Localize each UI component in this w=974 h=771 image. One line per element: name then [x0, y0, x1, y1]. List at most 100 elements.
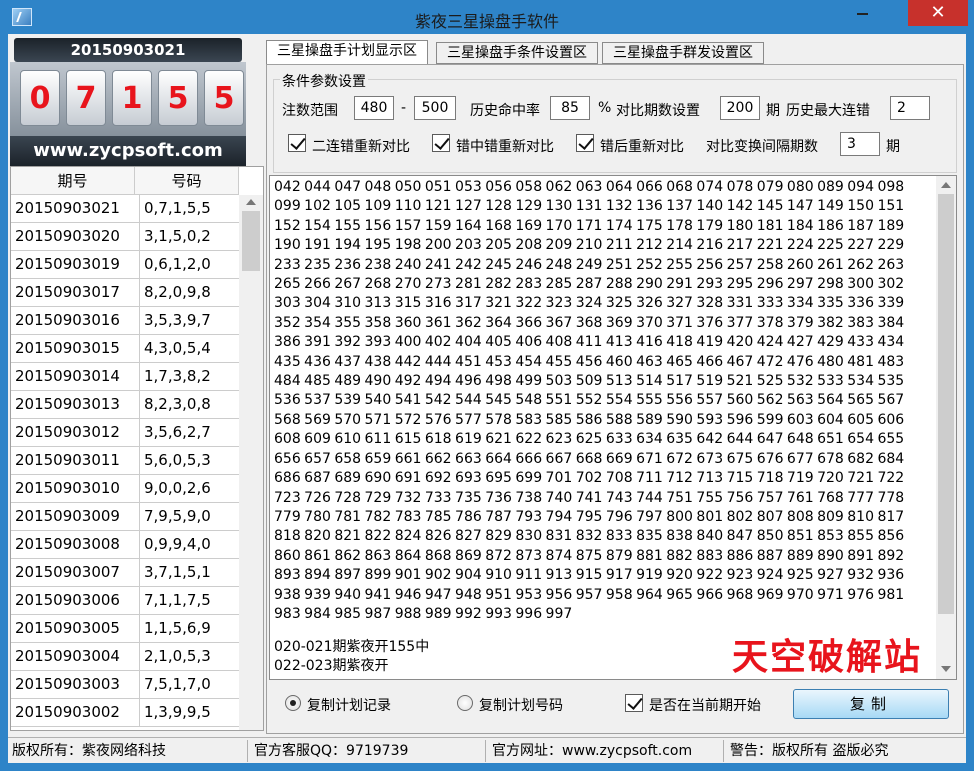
minimize-button[interactable]	[848, 2, 878, 24]
issue-cell: 20150903010	[15, 479, 120, 497]
issue-cell: 20150903020	[15, 227, 120, 245]
table-row[interactable]: 20150903017 8,2,0,9,8	[11, 279, 239, 307]
table-row[interactable]: 20150903019 0,6,1,2,0	[11, 251, 239, 279]
table-scrollbar[interactable]	[239, 195, 263, 730]
results-textarea[interactable]: 042 044 047 048 050 051 053 056 058 062 …	[269, 175, 957, 680]
close-button[interactable]: ✕	[908, 0, 968, 26]
numbers-cell: 8,2,0,9,8	[139, 279, 237, 306]
issue-cell: 20150903006	[15, 591, 120, 609]
table-row[interactable]: 20150903012 3,5,6,2,7	[11, 419, 239, 447]
scroll-down-arrow-icon[interactable]	[941, 666, 951, 672]
results-scrollbar[interactable]	[936, 176, 956, 679]
compare-periods-label: 对比期数设置	[616, 103, 700, 119]
checkbox-two-miss-label[interactable]: 二连错重新对比	[312, 136, 410, 156]
interval-input[interactable]: 3	[840, 132, 880, 156]
plan-numbers-text: 042 044 047 048 050 051 053 056 058 062 …	[274, 179, 905, 622]
issue-cell: 20150903021	[15, 199, 120, 217]
radio-copy-records-label[interactable]: 复制计划记录	[307, 695, 391, 715]
scroll-up-arrow-icon[interactable]	[246, 199, 256, 205]
issue-cell: 20150903007	[15, 563, 120, 581]
table-row[interactable]: 20150903015 4,3,0,5,4	[11, 335, 239, 363]
numbers-cell: 3,1,5,0,2	[139, 223, 237, 250]
params-legend: 条件参数设置	[280, 71, 368, 91]
status-copyright: 版权所有：紫夜网络科技	[8, 740, 248, 762]
range-min-input[interactable]: 480	[354, 96, 394, 120]
radio-copy-records[interactable]	[285, 695, 301, 711]
range-max-input[interactable]: 500	[414, 96, 456, 120]
table-row[interactable]: 20150903013 8,2,3,0,8	[11, 391, 239, 419]
checkbox-miss-in-miss[interactable]	[432, 134, 450, 152]
scroll-thumb[interactable]	[242, 211, 260, 271]
percent-sign: %	[598, 100, 612, 116]
tab-condition-settings[interactable]: 三星操盘手条件设置区	[436, 42, 598, 64]
status-qq: 官方客服QQ：9719739	[250, 740, 486, 762]
period-unit: 期	[766, 103, 780, 119]
left-panel: 20150903021 0 7 1 5 5 www.zycpsoft.com 期…	[8, 34, 264, 734]
table-row[interactable]: 20150903002 1,3,9,9,5	[11, 699, 239, 727]
table-row[interactable]: 20150903010 9,0,0,2,6	[11, 475, 239, 503]
table-row[interactable]: 20150903008 0,9,9,4,0	[11, 531, 239, 559]
table-row[interactable]: 20150903020 3,1,5,0,2	[11, 223, 239, 251]
checkbox-after-miss-label[interactable]: 错后重新对比	[600, 136, 684, 156]
table-row[interactable]: 20150903007 3,7,1,5,1	[11, 559, 239, 587]
radio-copy-numbers-label[interactable]: 复制计划号码	[479, 695, 563, 715]
numbers-cell: 3,5,6,2,7	[139, 419, 237, 446]
max-miss-input[interactable]: 2	[890, 96, 930, 120]
winning-digit: 5	[204, 70, 244, 126]
checkbox-start-current[interactable]	[625, 694, 643, 712]
watermark-text: 天空破解站	[732, 637, 923, 678]
tab-broadcast-settings[interactable]: 三星操盘手群发设置区	[602, 42, 764, 64]
numbers-cell: 7,1,1,7,5	[139, 587, 237, 614]
numbers-cell: 1,3,9,9,5	[139, 699, 237, 726]
client-area: 20150903021 0 7 1 5 5 www.zycpsoft.com 期…	[8, 34, 966, 763]
numbers-cell: 1,7,3,8,2	[139, 363, 237, 390]
numbers-cell: 4,3,0,5,4	[139, 335, 237, 362]
status-website: 官方网址：www.zycpsoft.com	[488, 740, 724, 762]
title-bar[interactable]: 紫夜三星操盘手软件 ✕	[0, 0, 974, 34]
range-separator: -	[401, 100, 407, 116]
numbers-cell: 7,9,5,9,0	[139, 503, 237, 530]
checkbox-miss-in-miss-label[interactable]: 错中错重新对比	[456, 136, 554, 156]
numbers-cell: 5,6,0,5,3	[139, 447, 237, 474]
scroll-up-arrow-icon[interactable]	[941, 182, 951, 188]
compare-periods-input[interactable]: 200	[720, 96, 760, 120]
winning-digits-panel: 0 7 1 5 5	[10, 62, 246, 136]
issue-cell: 20150903019	[15, 255, 120, 273]
issue-cell: 20150903011	[15, 451, 120, 469]
column-header-issue[interactable]: 期号	[11, 167, 135, 195]
table-row[interactable]: 20150903016 3,5,3,9,7	[11, 307, 239, 335]
numbers-cell: 2,1,0,5,3	[139, 643, 237, 670]
table-row[interactable]: 20150903021 0,7,1,5,5	[11, 195, 239, 223]
website-banner[interactable]: www.zycpsoft.com	[10, 136, 246, 166]
winning-digit: 7	[66, 70, 106, 126]
table-row[interactable]: 20150903009 7,9,5,9,0	[11, 503, 239, 531]
max-miss-label: 历史最大连错	[786, 103, 870, 119]
checkbox-start-current-label[interactable]: 是否在当前期开始	[649, 695, 761, 715]
radio-copy-numbers[interactable]	[457, 695, 473, 711]
params-group: 条件参数设置 注数范围 480 - 500 历史命中率 85 % 对比期数设置 …	[273, 71, 957, 173]
status-warning: 警告：版权所有 盗版必究	[730, 743, 889, 759]
issue-cell: 20150903005	[15, 619, 120, 637]
table-row[interactable]: 20150903011 5,6,0,5,3	[11, 447, 239, 475]
app-window: 紫夜三星操盘手软件 ✕ 20150903021 0 7 1 5 5 www.zy…	[0, 0, 974, 771]
table-row[interactable]: 20150903004 2,1,0,5,3	[11, 643, 239, 671]
scroll-thumb[interactable]	[938, 194, 954, 614]
tab-plan-display[interactable]: 三星操盘手计划显示区	[266, 40, 428, 65]
issue-cell: 20150903002	[15, 703, 120, 721]
table-row[interactable]: 20150903014 1,7,3,8,2	[11, 363, 239, 391]
numbers-cell: 0,9,9,4,0	[139, 531, 237, 558]
hit-rate-input[interactable]: 85	[550, 96, 590, 120]
table-row[interactable]: 20150903003 7,5,1,7,0	[11, 671, 239, 699]
column-header-numbers[interactable]: 号码	[135, 167, 239, 195]
table-row[interactable]: 20150903005 1,1,5,6,9	[11, 615, 239, 643]
result-line: 020-021期紫夜开155中	[274, 639, 430, 655]
range-label: 注数范围	[282, 103, 338, 119]
checkbox-two-miss[interactable]	[288, 134, 306, 152]
issue-cell: 20150903009	[15, 507, 120, 525]
numbers-cell: 9,0,0,2,6	[139, 475, 237, 502]
issue-cell: 20150903004	[15, 647, 120, 665]
checkbox-after-miss[interactable]	[576, 134, 594, 152]
history-table: 期号 号码 20150903021 0,7,1,5,5 20150903020 3,1…	[10, 166, 264, 731]
copy-button[interactable]: 复制	[793, 689, 949, 719]
table-row[interactable]: 20150903006 7,1,1,7,5	[11, 587, 239, 615]
